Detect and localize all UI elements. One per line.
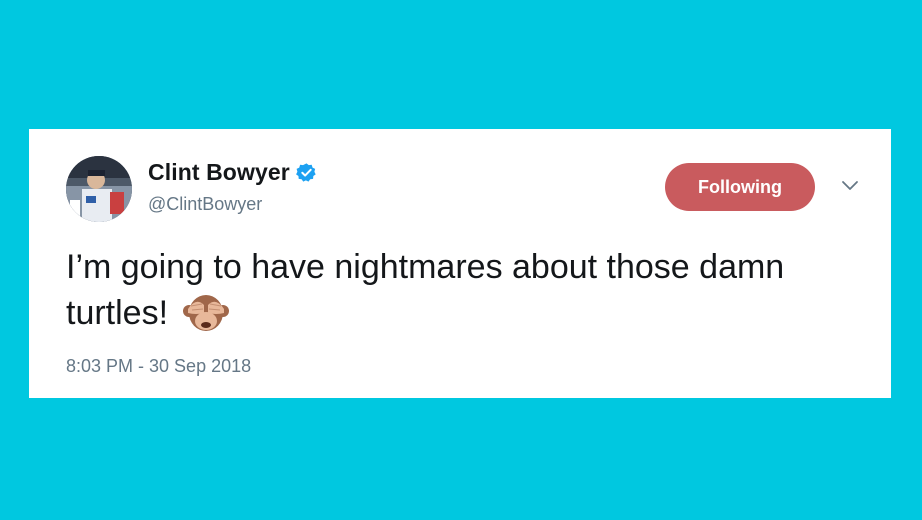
avatar-image [66,156,132,222]
following-button[interactable]: Following [665,163,815,211]
tweet-timestamp[interactable]: 8:03 PM - 30 Sep 2018 [66,356,251,377]
name-row: Clint Bowyer [148,159,317,186]
tweet-text: I’m going to have nightmares about those… [66,246,856,335]
tweet-text-content: I’m going to have nightmares about those… [66,248,785,332]
user-handle[interactable]: @ClintBowyer [148,194,262,215]
verified-badge-icon [295,162,317,183]
tweet-card: Clint Bowyer @ClintBowyer Following I’m … [29,129,891,398]
chevron-down-icon[interactable] [841,179,859,193]
see-no-evil-monkey-icon [182,289,230,333]
avatar[interactable] [66,156,132,222]
display-name[interactable]: Clint Bowyer [148,159,290,186]
